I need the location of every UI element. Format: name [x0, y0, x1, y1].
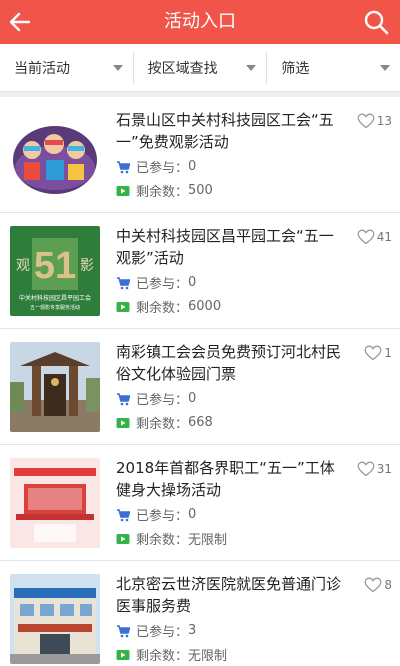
activity-list: 石景山区中关村科技园区工会“五一”免费观影活动 已参与： 0 剩余数： 500 13: [0, 97, 400, 666]
like-button[interactable]: 1: [364, 345, 392, 361]
like-button[interactable]: 41: [357, 229, 392, 245]
activity-thumbnail: [10, 573, 100, 664]
joined-label: 已参与：: [136, 277, 189, 292]
remaining-row: 剩余数： 无限制: [116, 645, 346, 665]
remaining-count: 668: [188, 415, 213, 430]
joined-label: 已参与：: [136, 509, 189, 524]
remaining-label: 剩余数：: [136, 301, 189, 316]
list-item[interactable]: 51 观 影 中关村科技园区昌平园工会 五一观影专享服务活动 中关村科技园区昌平…: [0, 213, 400, 329]
activity-thumbnail: 51 观 影 中关村科技园区昌平园工会 五一观影专享服务活动: [10, 225, 100, 316]
joined-count: 0: [188, 275, 197, 290]
remaining-row: 剩余数： 500: [116, 181, 346, 201]
like-count: 31: [376, 462, 392, 476]
ticket-icon: [116, 185, 130, 196]
item-info: 2018年首都各界职工“五一”工体健身大操场活动 已参与： 0 剩余数： 无限制: [100, 445, 390, 560]
list-item[interactable]: 北京密云世济医院就医免普通门诊医事服务费 已参与： 3 剩余数： 无限制 8: [0, 561, 400, 666]
heart-icon: [357, 461, 375, 477]
joined-label: 已参与：: [136, 393, 189, 408]
item-title: 2018年首都各界职工“五一”工体健身大操场活动: [116, 458, 335, 499]
like-button[interactable]: 31: [357, 461, 392, 477]
app: 活动入口 当前活动 按区域查找 筛选 石景山区中关村科技园区工会“五一”免费观影…: [0, 0, 400, 666]
chevron-down-icon: [246, 64, 257, 71]
item-info: 北京密云世济医院就医免普通门诊医事服务费 已参与： 3 剩余数： 无限制: [100, 561, 390, 666]
remaining-label: 剩余数：: [136, 533, 189, 548]
chevron-down-icon: [112, 64, 123, 71]
remaining-count: 无限制: [188, 649, 228, 664]
cart-icon: [117, 392, 130, 405]
item-title: 石景山区中关村科技园区工会“五一”免费观影活动: [116, 110, 334, 151]
thumb-text: 观: [16, 258, 30, 274]
remaining-row: 剩余数： 6000: [116, 297, 346, 317]
like-count: 41: [376, 230, 392, 244]
filter-label: 当前活动: [14, 60, 70, 77]
heart-icon: [357, 113, 375, 129]
joined-count: 3: [188, 623, 197, 638]
filter-current-activity[interactable]: 当前活动: [0, 51, 134, 84]
filter-label: 按区域查找: [147, 60, 218, 77]
joined-row: 已参与： 0: [116, 389, 346, 409]
ticket-icon: [116, 417, 130, 428]
activity-thumbnail: [10, 457, 100, 548]
item-title: 北京密云世济医院就医免普通门诊医事服务费: [116, 574, 342, 615]
joined-row: 已参与： 0: [116, 273, 346, 293]
heart-icon: [364, 345, 382, 361]
joined-count: 0: [188, 507, 197, 522]
joined-row: 已参与： 3: [116, 621, 346, 641]
remaining-label: 剩余数：: [136, 649, 189, 664]
thumb-text: 影: [80, 258, 94, 274]
like-button[interactable]: 8: [364, 577, 392, 593]
like-count: 1: [384, 346, 392, 360]
remaining-row: 剩余数： 668: [116, 413, 346, 433]
joined-label: 已参与：: [136, 161, 189, 176]
remaining-count: 6000: [188, 299, 222, 314]
like-count: 8: [384, 578, 392, 592]
list-item[interactable]: 南彩镇工会会员免费预订河北村民俗文化体验园门票 已参与： 0 剩余数： 668 1: [0, 329, 400, 445]
filter-label: 筛选: [281, 60, 310, 77]
like-button[interactable]: 13: [357, 113, 392, 129]
cart-icon: [117, 624, 130, 637]
cart-icon: [117, 160, 130, 173]
ticket-icon: [116, 301, 130, 312]
search-button[interactable]: [358, 4, 394, 40]
activity-thumbnail: [10, 109, 100, 200]
item-info: 石景山区中关村科技园区工会“五一”免费观影活动 已参与： 0 剩余数： 500: [100, 97, 390, 212]
cart-icon: [117, 276, 130, 289]
cart-icon: [117, 508, 130, 521]
joined-label: 已参与：: [136, 625, 189, 640]
list-item[interactable]: 2018年首都各界职工“五一”工体健身大操场活动 已参与： 0 剩余数： 无限制 3…: [0, 445, 400, 561]
item-title: 中关村科技园区昌平园工会“五一观影”活动: [116, 226, 334, 267]
chevron-down-icon: [380, 64, 391, 71]
filter-bar: 当前活动 按区域查找 筛选: [0, 44, 400, 92]
item-info: 南彩镇工会会员免费预订河北村民俗文化体验园门票 已参与： 0 剩余数： 668: [100, 329, 390, 444]
joined-count: 0: [188, 391, 197, 406]
heart-icon: [364, 577, 382, 593]
page-title: 活动入口: [164, 11, 236, 32]
remaining-count: 无限制: [188, 533, 228, 548]
activity-thumbnail: [10, 341, 100, 432]
filter-screen[interactable]: 筛选: [267, 52, 400, 84]
thumb-text: 五一观影专享服务活动: [30, 304, 80, 311]
ticket-icon: [116, 533, 130, 544]
remaining-count: 500: [188, 183, 213, 198]
header-bar: 活动入口: [0, 0, 400, 44]
filter-by-region[interactable]: 按区域查找: [134, 51, 268, 84]
search-icon: [364, 10, 389, 35]
remaining-label: 剩余数：: [136, 417, 189, 432]
joined-row: 已参与： 0: [116, 157, 346, 177]
svg-text:51: 51: [34, 245, 76, 287]
ticket-icon: [116, 649, 130, 660]
thumb-text: 中关村科技园区昌平园工会: [19, 294, 91, 302]
back-button[interactable]: [0, 0, 40, 44]
joined-count: 0: [188, 159, 197, 174]
like-count: 13: [376, 114, 392, 128]
item-title: 南彩镇工会会员免费预订河北村民俗文化体验园门票: [116, 342, 342, 383]
item-info: 中关村科技园区昌平园工会“五一观影”活动 已参与： 0 剩余数： 6000: [100, 213, 390, 328]
remaining-row: 剩余数： 无限制: [116, 529, 346, 549]
remaining-label: 剩余数：: [136, 185, 189, 200]
list-item[interactable]: 石景山区中关村科技园区工会“五一”免费观影活动 已参与： 0 剩余数： 500 13: [0, 97, 400, 213]
joined-row: 已参与： 0: [116, 505, 346, 525]
arrow-left-icon: [9, 12, 31, 32]
heart-icon: [357, 229, 375, 245]
